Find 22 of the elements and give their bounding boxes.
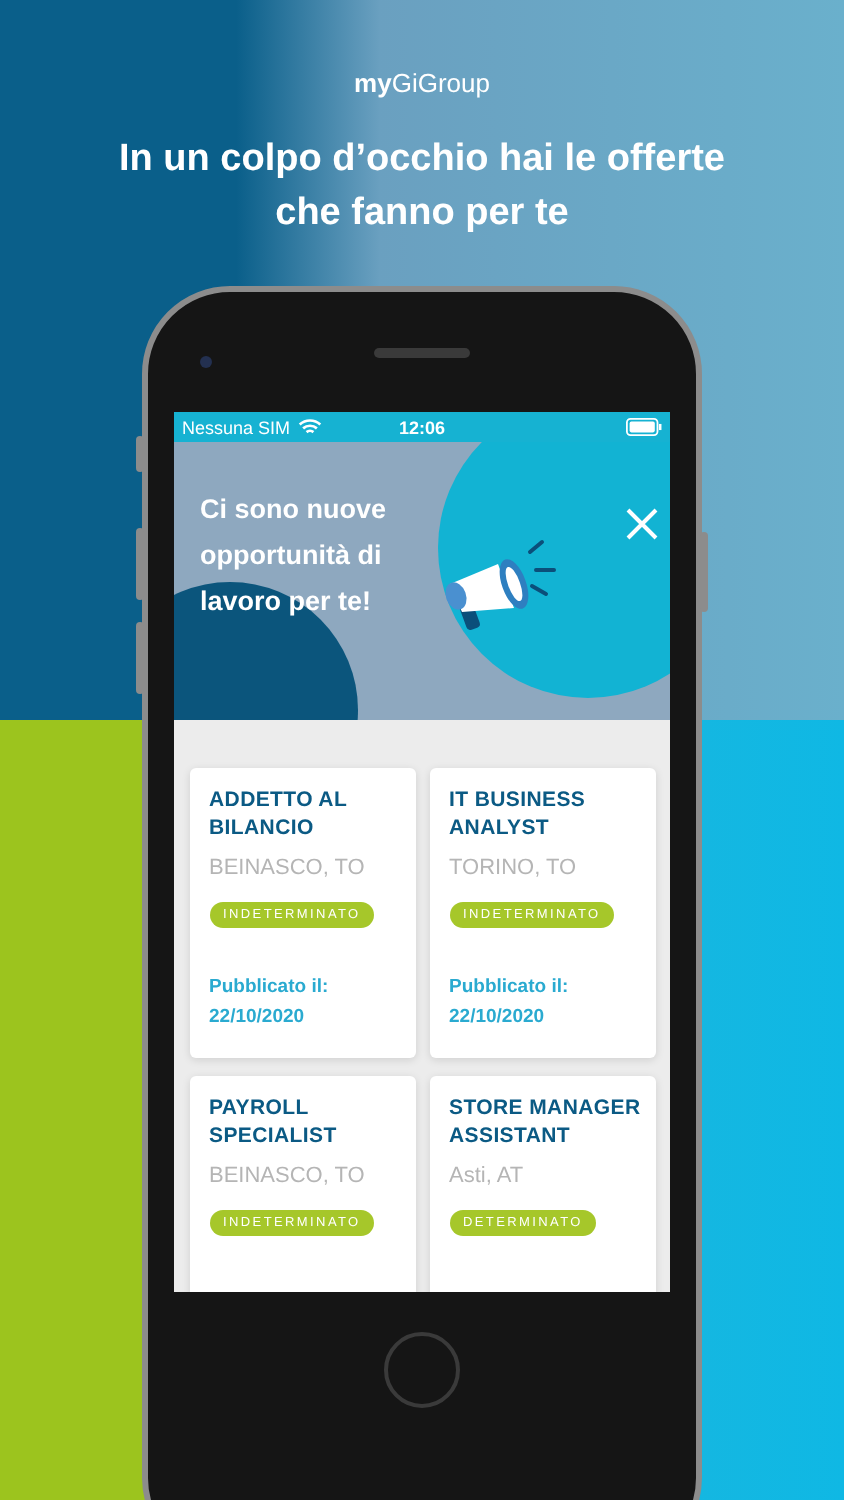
published-date: 22/10/2020	[209, 1004, 305, 1032]
wifi-icon	[298, 418, 323, 436]
job-location: TORINO, TO	[449, 856, 577, 880]
status-time: 12:06	[398, 417, 446, 437]
job-title: PAYROLL SPECIALIST	[209, 1094, 339, 1150]
brand-logo: myGiGroup	[354, 68, 490, 98]
job-location: BEINASCO, TO	[209, 1164, 365, 1188]
job-title: ADDETTO AL BILANCIO	[209, 786, 349, 842]
speaker-icon	[374, 347, 470, 357]
job-location: BEINASCO, TO	[209, 856, 365, 880]
job-location: Asti, AT	[449, 1164, 524, 1188]
job-title: STORE MANAGER ASSISTANT	[449, 1094, 643, 1150]
battery-icon	[626, 418, 662, 436]
camera-icon	[200, 356, 212, 368]
banner-title: Ci sono nuove opportunità di lavoro per te!	[200, 492, 389, 620]
close-icon[interactable]	[626, 508, 658, 540]
headline: In un colpo d’occhio hai le offerte che fanno per te	[119, 136, 725, 238]
published-label: Pubblicato il:	[209, 974, 329, 1002]
carrier-label: Nessuna SIM	[182, 417, 291, 437]
published-date: 22/10/2020	[449, 1004, 545, 1032]
published-label: Pubblicato il:	[449, 974, 569, 1002]
job-title: IT BUSINESS ANALYST	[449, 786, 588, 842]
